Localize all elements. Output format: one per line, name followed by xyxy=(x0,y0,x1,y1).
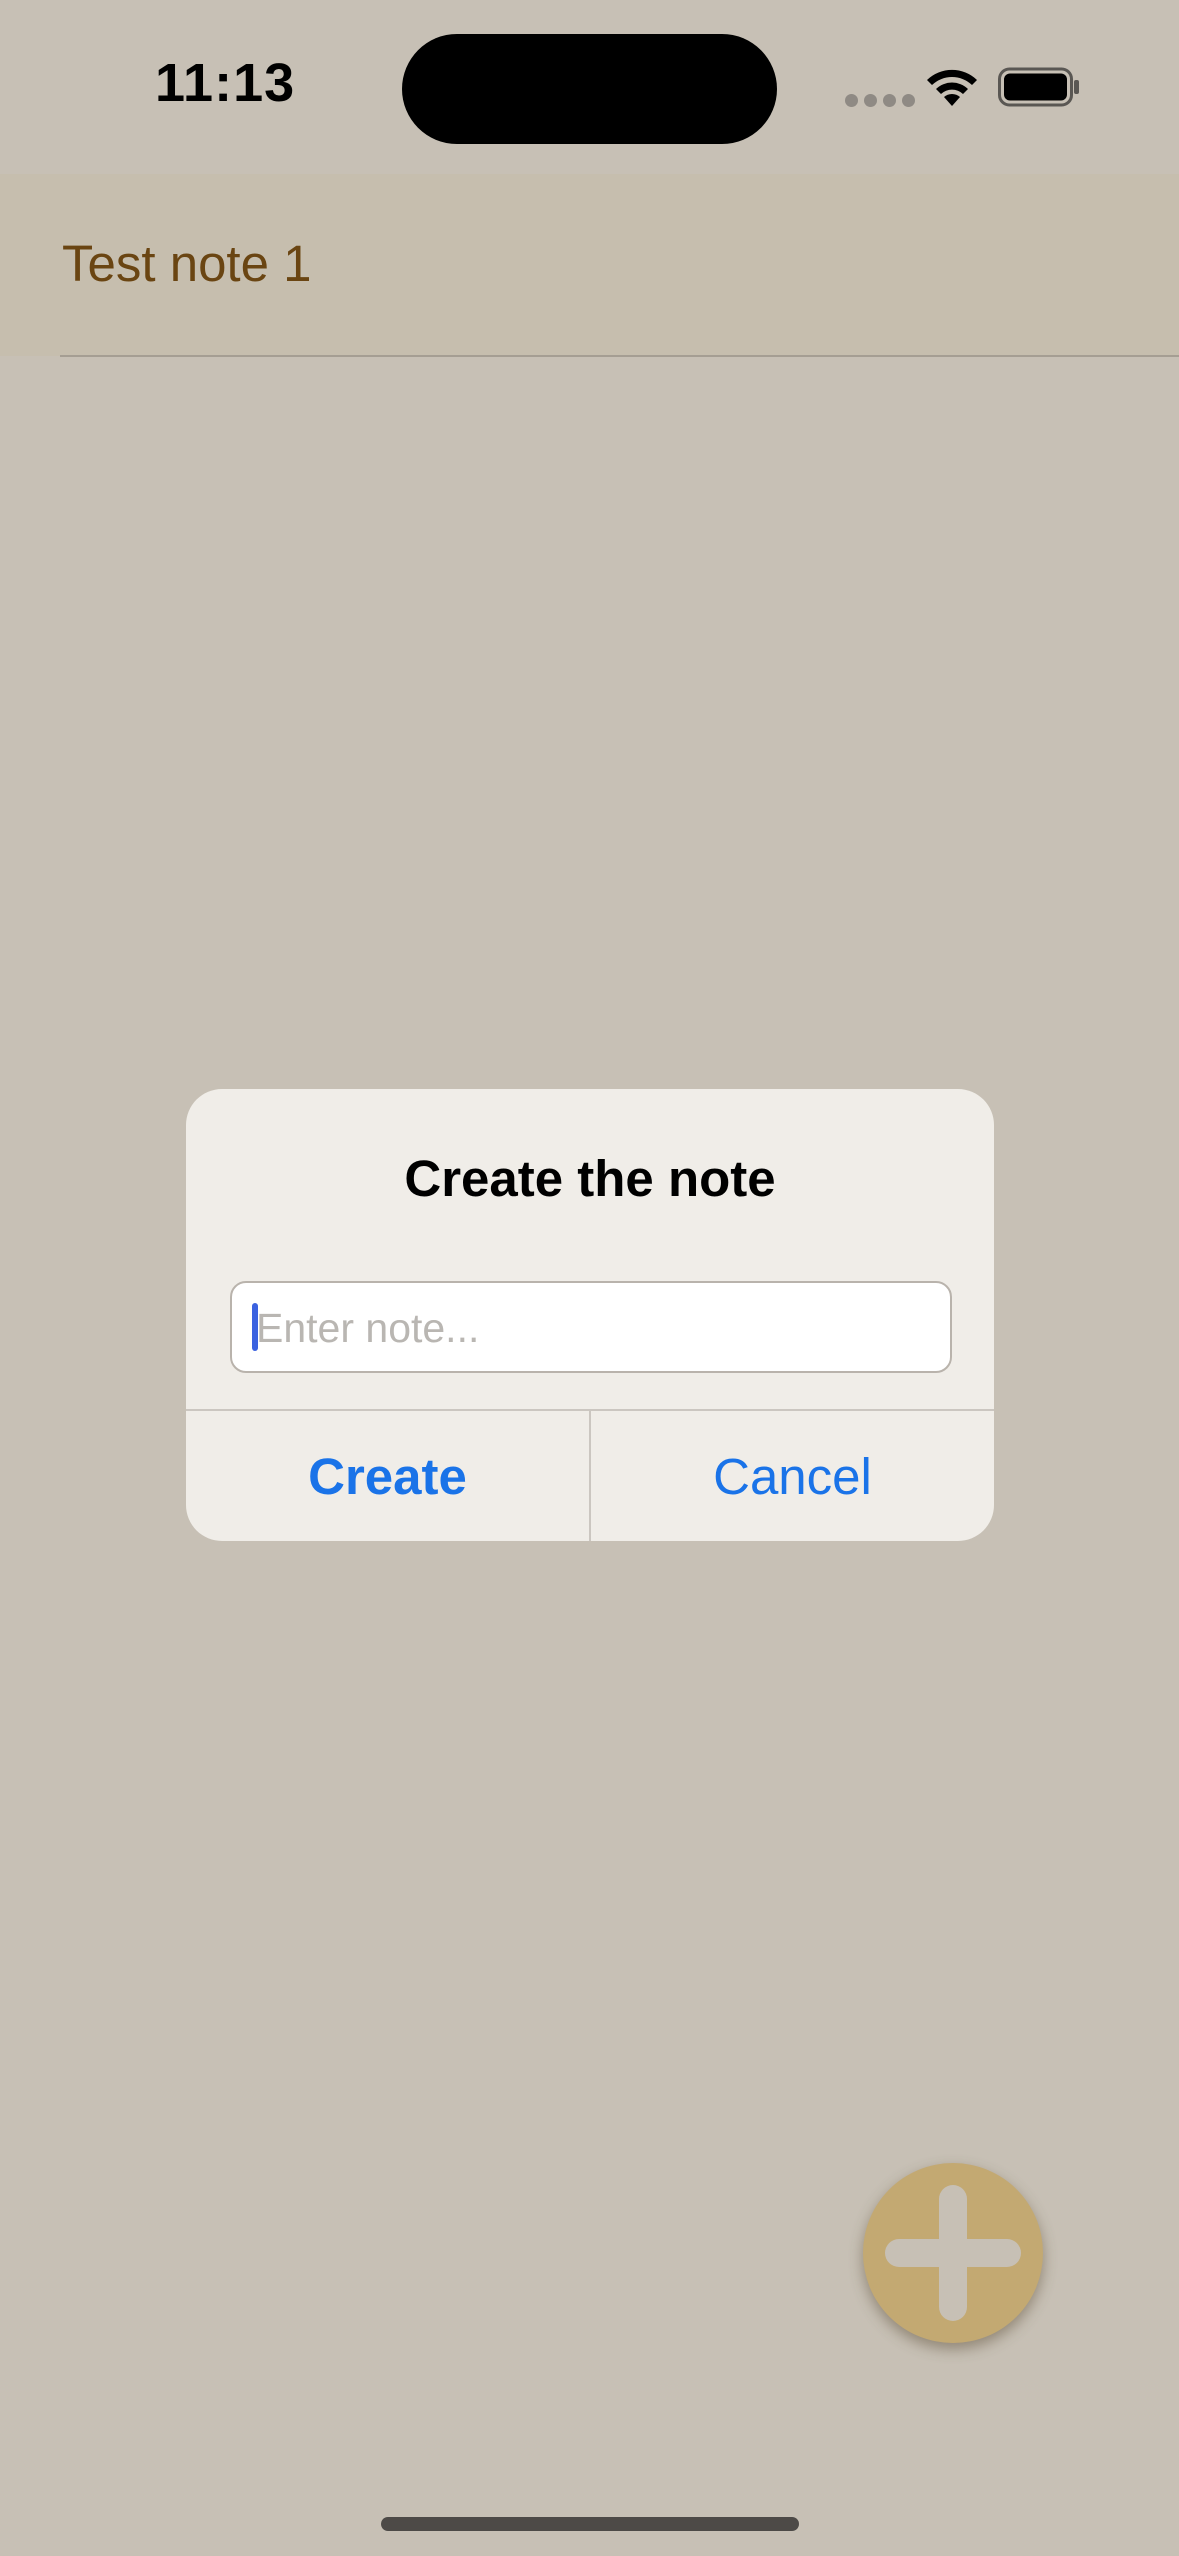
battery-icon xyxy=(998,67,1079,107)
note-title: Test note 1 xyxy=(62,235,312,292)
list-divider xyxy=(60,355,1179,357)
note-list-item[interactable]: Test note 1 xyxy=(0,174,1179,356)
wifi-icon xyxy=(927,69,977,106)
dynamic-island xyxy=(402,34,777,144)
note-input-placeholder: Enter note... xyxy=(256,1305,480,1351)
status-time: 11:13 xyxy=(155,53,296,113)
text-cursor xyxy=(252,1303,258,1351)
status-bar: 11:13 xyxy=(0,0,1179,170)
create-note-dialog: Create the note Enter note... Create Can… xyxy=(186,1089,994,1541)
cellular-signal-icon xyxy=(845,94,915,107)
add-note-button[interactable] xyxy=(863,2163,1043,2343)
home-indicator[interactable] xyxy=(381,2517,799,2531)
note-input[interactable]: Enter note... xyxy=(230,1281,952,1373)
plus-icon xyxy=(885,2185,1021,2321)
create-button[interactable]: Create xyxy=(186,1411,589,1541)
dialog-title: Create the note xyxy=(404,1150,776,1207)
cancel-button[interactable]: Cancel xyxy=(591,1411,994,1541)
